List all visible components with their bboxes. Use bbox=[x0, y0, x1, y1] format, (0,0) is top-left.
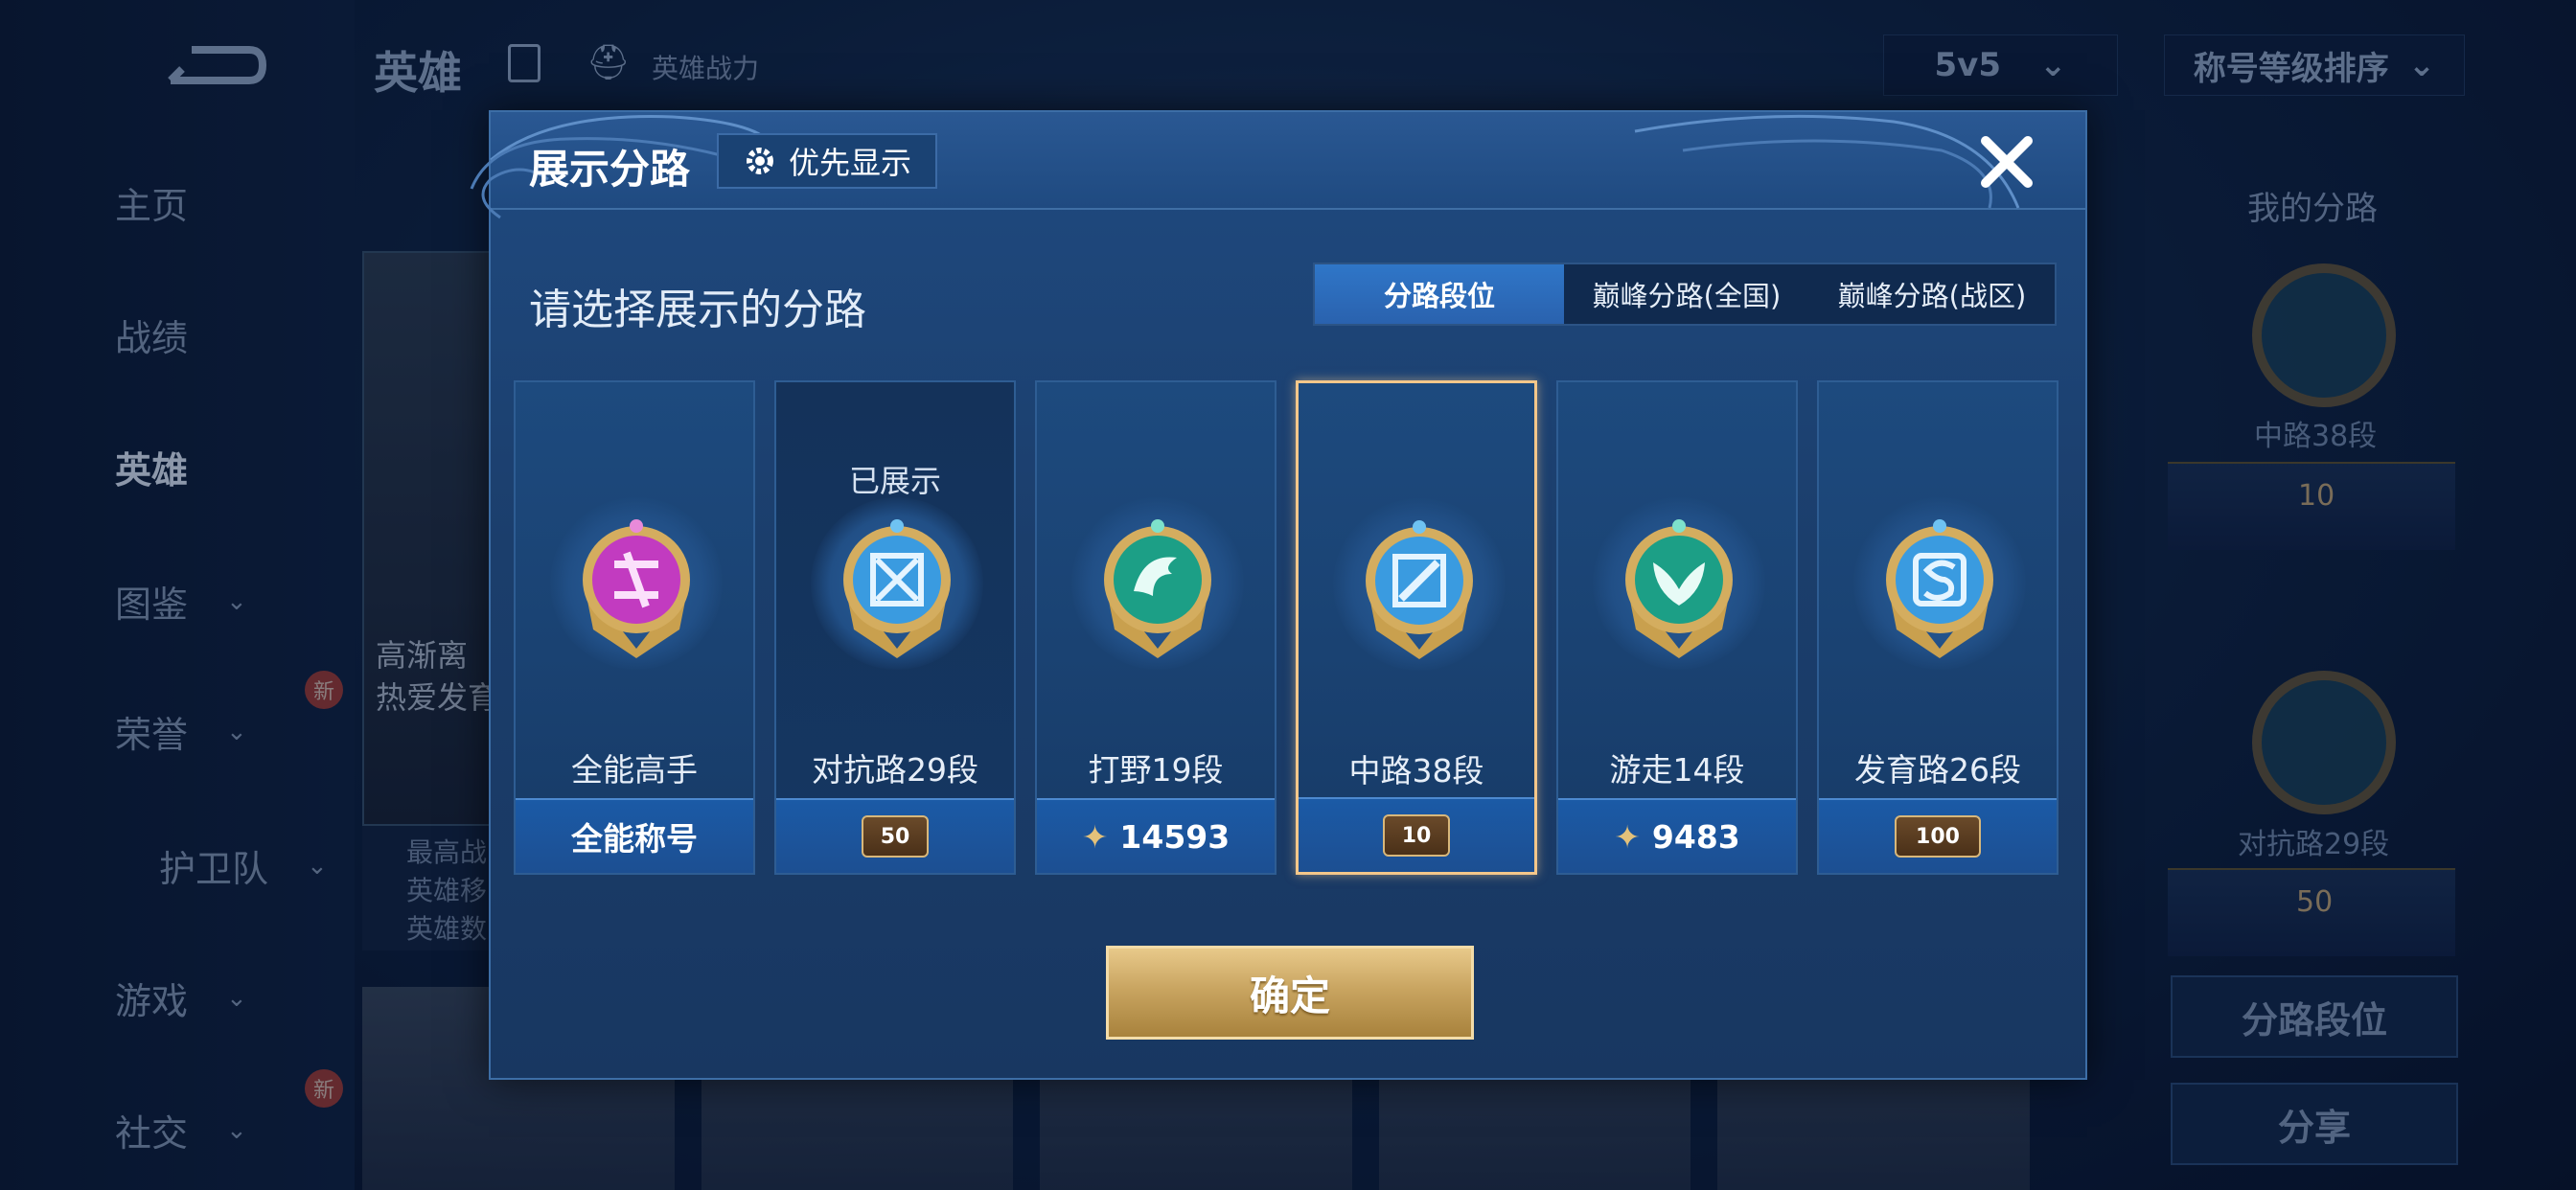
lane-card-footer: 100 bbox=[1819, 798, 2057, 873]
dialog-subtitle: 请选择展示的分路 bbox=[529, 286, 866, 334]
lane-card-clash[interactable]: 已展示 对抗路29段 50 bbox=[774, 380, 1016, 875]
lane-card-farm[interactable]: 发育路26段 100 bbox=[1817, 380, 2058, 875]
peak-score: 9483 bbox=[1651, 817, 1740, 856]
lane-card-footer-label: 全能称号 bbox=[571, 820, 698, 858]
rank-value: 50 bbox=[880, 824, 910, 849]
shown-status: 已展示 bbox=[848, 463, 941, 499]
rank-chip: 50 bbox=[862, 815, 929, 858]
lane-card-name: 全能高手 bbox=[571, 751, 698, 789]
lane-card-name: 游走14段 bbox=[1609, 751, 1745, 789]
farm-lane-medal-icon bbox=[1886, 519, 1993, 658]
lane-card-name: 对抗路29段 bbox=[812, 751, 978, 789]
lane-card-jungle[interactable]: 打野19段 ✦ 14593 bbox=[1035, 380, 1276, 875]
lane-card-footer: ✦ 14593 bbox=[1037, 798, 1275, 873]
rank-chip: 10 bbox=[1383, 814, 1450, 857]
mid-lane-medal-icon bbox=[1366, 520, 1473, 659]
jungle-medal-icon bbox=[1104, 519, 1211, 658]
lane-display-dialog: 展示分路 优先显示 请选择展示的分路 分路段位 巅峰分路(全国) 巅峰分路(战区… bbox=[470, 110, 2087, 1080]
close-icon[interactable] bbox=[1976, 131, 2037, 193]
confirm-button[interactable]: 确定 bbox=[1106, 946, 1474, 1040]
lane-card-footer: 50 bbox=[776, 798, 1014, 873]
rank-value: 100 bbox=[1916, 824, 1960, 849]
lane-card-footer: 全能称号 bbox=[516, 798, 753, 873]
lane-card-mid[interactable]: 中路38段 10 bbox=[1296, 380, 1537, 875]
lane-card-name: 发育路26段 bbox=[1854, 751, 2021, 789]
lane-card-footer: ✦ 9483 bbox=[1558, 798, 1796, 873]
lane-card-footer: 10 bbox=[1299, 797, 1534, 872]
peak-score-icon: ✦ bbox=[1081, 817, 1109, 856]
roam-medal-icon bbox=[1625, 519, 1733, 658]
dialog-title: 展示分路 bbox=[529, 146, 691, 193]
swirl-decoration bbox=[1634, 114, 2020, 209]
all-round-medal-icon bbox=[583, 519, 690, 658]
rank-chip: 100 bbox=[1895, 815, 1981, 858]
tab-lane-rank[interactable]: 分路段位 bbox=[1315, 264, 1564, 324]
lane-card-list: 全能高手 全能称号 已展示 对抗路29段 50 打野19段 ✦ 14593 中路… bbox=[514, 380, 2066, 879]
clash-lane-medal-icon bbox=[843, 519, 951, 658]
lane-tabs: 分路段位 巅峰分路(全国) 巅峰分路(战区) bbox=[1313, 263, 2057, 326]
gear-icon bbox=[746, 148, 773, 174]
lane-card-roam[interactable]: 游走14段 ✦ 9483 bbox=[1556, 380, 1798, 875]
priority-display-button[interactable]: 优先显示 bbox=[717, 133, 937, 189]
peak-score: 14593 bbox=[1119, 817, 1230, 856]
lane-card-all-round[interactable]: 全能高手 全能称号 bbox=[514, 380, 755, 875]
lane-card-name: 打野19段 bbox=[1088, 751, 1224, 789]
tab-peak-lane-national[interactable]: 巅峰分路(全国) bbox=[1564, 264, 1809, 324]
rank-value: 10 bbox=[1401, 823, 1432, 848]
priority-display-label: 优先显示 bbox=[788, 145, 911, 181]
tab-peak-lane-region[interactable]: 巅峰分路(战区) bbox=[1809, 264, 2055, 324]
peak-score-icon: ✦ bbox=[1614, 817, 1641, 856]
lane-card-name: 中路38段 bbox=[1348, 752, 1484, 790]
